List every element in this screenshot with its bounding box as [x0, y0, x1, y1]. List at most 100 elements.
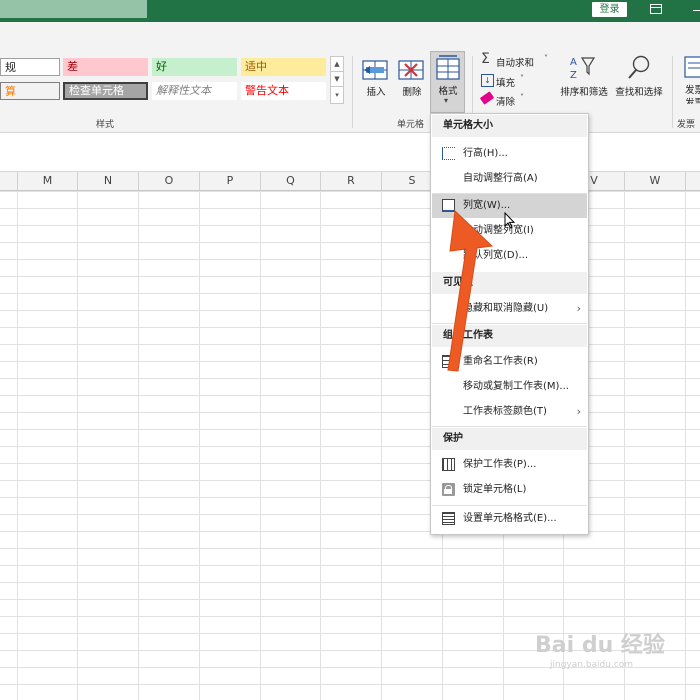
fill-down-icon: ↓: [481, 74, 494, 87]
menu-section-protection: 保护: [432, 428, 587, 450]
find-select-button[interactable]: 查找和选择: [612, 52, 666, 104]
invoice-label: 发票: [685, 85, 700, 96]
style-neutral[interactable]: 适中: [241, 58, 326, 76]
style-bad[interactable]: 差: [63, 58, 148, 76]
fill-label: 填充: [496, 78, 516, 89]
clear-dropdown-icon: ˅: [520, 93, 524, 102]
clear-label: 清除: [496, 97, 516, 108]
menu-label: 保护工作表(P)...: [463, 459, 537, 470]
ribbon-display-options-icon[interactable]: [650, 4, 662, 14]
menu-label: 工作表标签颜色(T): [463, 406, 547, 417]
menu-section-cell-size: 单元格大小: [432, 115, 587, 137]
grid-line: [77, 191, 78, 700]
eraser-icon: [479, 91, 495, 105]
grid-line: [17, 191, 18, 700]
invoice-group-label: 发票: [677, 120, 696, 130]
autosum-label: 自动求和: [496, 58, 535, 69]
menu-separator: [432, 505, 587, 506]
format-cells-small-icon: [442, 512, 455, 525]
menu-item-format-cells[interactable]: 设置单元格格式(E)...: [432, 507, 587, 531]
invoice-button[interactable]: 发票 发票: [680, 52, 700, 104]
column-header-r[interactable]: R: [321, 172, 382, 190]
style-check-cell[interactable]: 检查单元格: [63, 82, 148, 100]
style-explanatory-text[interactable]: 解释性文本: [152, 82, 237, 100]
menu-item-tab-color[interactable]: 工作表标签颜色(T) ›: [432, 400, 587, 424]
menu-label: 行高(H)...: [463, 148, 508, 159]
menu-item-lock-cell[interactable]: 锁定单元格(L): [432, 478, 587, 502]
sort-filter-label: 排序和筛选: [560, 87, 608, 98]
insert-cells-icon: [362, 60, 388, 80]
gallery-expand[interactable]: ▾: [330, 86, 344, 104]
watermark-url: jingyan.baidu.com: [550, 660, 634, 670]
submenu-arrow-icon: ›: [576, 302, 581, 315]
menu-label: 移动或复制工作表(M)...: [463, 381, 569, 392]
insert-label: 插入: [366, 87, 386, 98]
column-header-blank[interactable]: [0, 172, 18, 190]
delete-label: 删除: [402, 87, 422, 98]
grid-line: [199, 191, 200, 700]
format-dropdown-icon: ▾: [444, 96, 449, 105]
grid-line: [624, 191, 625, 700]
worksheet-grid[interactable]: [0, 191, 700, 700]
formula-bar-area[interactable]: [0, 133, 700, 172]
fill-dropdown-icon: ˅: [520, 74, 524, 83]
svg-text:Z: Z: [570, 70, 577, 81]
column-header-n[interactable]: N: [78, 172, 139, 190]
login-button[interactable]: 登录: [592, 2, 627, 17]
invoice-label-2: 发票: [685, 98, 700, 104]
protect-sheet-icon: [442, 458, 455, 471]
title-bar-tab-area: [0, 0, 147, 18]
grid-line: [685, 191, 686, 700]
column-header-p[interactable]: P: [200, 172, 261, 190]
styles-group-label: 样式: [96, 120, 115, 130]
style-calculation[interactable]: 算: [0, 82, 60, 100]
clear-button[interactable]: 清除 ˅: [479, 91, 540, 108]
sort-filter-icon: A Z: [570, 57, 596, 81]
menu-item-autofit-row-height[interactable]: 自动调整行高(A): [432, 167, 587, 191]
find-select-label: 查找和选择: [615, 87, 663, 98]
gallery-scroll-down[interactable]: ▼: [330, 71, 344, 87]
autosum-button[interactable]: Σ 自动求和 ˅: [480, 51, 555, 69]
cells-group-label: 单元格: [397, 120, 425, 130]
format-cells-icon: [436, 55, 460, 80]
format-button[interactable]: 格式 ▾: [430, 51, 465, 113]
style-good[interactable]: 好: [152, 58, 237, 76]
submenu-arrow-icon: ›: [576, 405, 581, 418]
annotation-arrow-icon: [447, 209, 494, 372]
gallery-scroll-up[interactable]: ▲: [330, 56, 344, 72]
menu-label: 设置单元格格式(E)...: [463, 513, 557, 524]
style-normal[interactable]: 规: [0, 58, 60, 76]
menu-label: 自动调整行高(A): [463, 173, 538, 184]
watermark-logo: Bai du 经验: [535, 633, 665, 658]
menu-item-move-copy-sheet[interactable]: 移动或复制工作表(M)...: [432, 375, 587, 399]
svg-text:A: A: [570, 57, 577, 68]
column-header-o[interactable]: O: [139, 172, 200, 190]
autosum-dropdown-icon: ˅: [544, 54, 548, 63]
menu-item-protect-sheet[interactable]: 保护工作表(P)...: [432, 453, 587, 477]
style-warning-text[interactable]: 警告文本: [241, 82, 326, 100]
menu-item-row-height[interactable]: 行高(H)...: [432, 142, 587, 166]
menu-separator: [432, 426, 587, 427]
format-label: 格式: [438, 86, 458, 97]
grid-line: [381, 191, 382, 700]
fill-button[interactable]: ↓ 填充 ˅: [480, 73, 540, 89]
grid-line: [260, 191, 261, 700]
grid-line: [138, 191, 139, 700]
delete-cells-icon: [398, 60, 424, 80]
row-height-icon: [442, 147, 455, 160]
delete-button[interactable]: 删除: [397, 52, 427, 102]
invoice-icon: [684, 56, 700, 78]
group-separator: [352, 56, 353, 128]
lock-icon: [442, 483, 455, 496]
group-separator: [672, 56, 673, 128]
column-header-q[interactable]: Q: [261, 172, 321, 190]
column-header-w[interactable]: W: [625, 172, 686, 190]
magnifier-icon: [628, 55, 650, 79]
column-header-m[interactable]: M: [18, 172, 78, 190]
insert-button[interactable]: 插入: [361, 52, 391, 102]
menu-label: 锁定单元格(L): [463, 484, 527, 495]
column-header-row: M N O P Q R S T U V W: [0, 172, 700, 191]
sort-filter-button[interactable]: A Z 排序和筛选: [556, 52, 612, 104]
autosum-icon: Σ: [481, 51, 490, 67]
minimize-icon[interactable]: [693, 10, 700, 11]
